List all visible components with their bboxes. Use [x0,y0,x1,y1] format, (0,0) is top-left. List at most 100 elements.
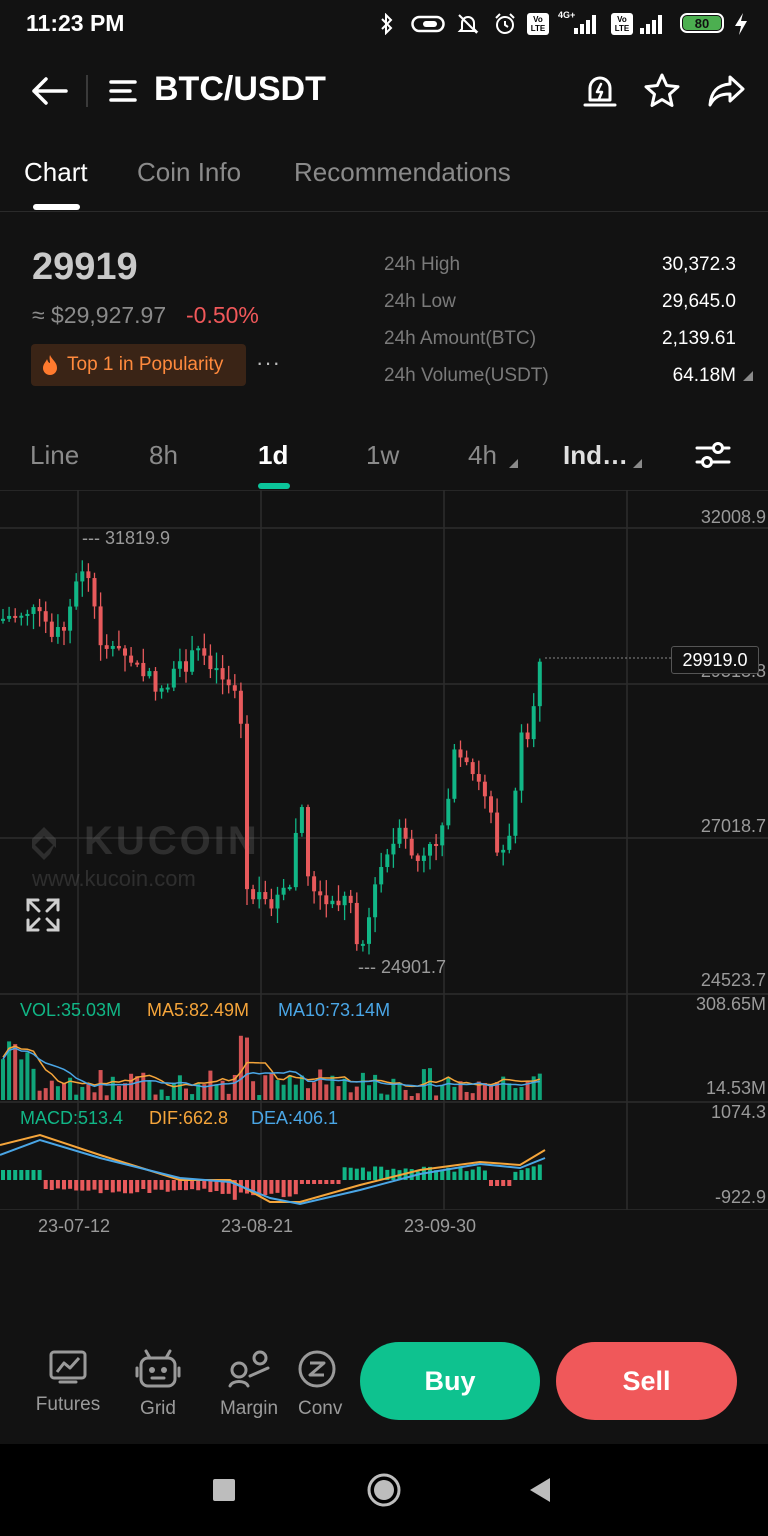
nav-back-icon[interactable] [528,1477,552,1508]
active-period-indicator [258,483,290,489]
period-1w[interactable]: 1w [366,440,399,471]
sell-button[interactable]: Sell [556,1342,737,1420]
status-time: 11:23 PM [26,10,125,36]
period-4h-dropdown-icon [508,456,519,474]
macd-bar [147,1180,152,1193]
stat-label-low: 24h Low [384,291,456,312]
convert-button[interactable]: Conv [296,1348,346,1420]
macd-bar [324,1180,329,1184]
futures-button[interactable]: Futures [32,1348,104,1416]
volume-bar [415,1093,420,1100]
period-8h[interactable]: 8h [149,440,178,471]
volume-bar [293,1084,298,1100]
macd-bar [470,1169,475,1180]
candle-body [458,749,463,758]
period-1d[interactable]: 1d [258,440,288,471]
last-price: 29919 [32,246,138,288]
tab-chart[interactable]: Chart [24,157,88,188]
macd-bar [68,1180,73,1189]
stat-value-low: 29,645.0 [662,291,736,312]
volume-bar [464,1091,469,1100]
nav-recents-icon[interactable] [213,1479,235,1501]
favorite-button[interactable] [643,72,681,110]
y-axis-label-3: 27018.7 [700,816,766,836]
candle-body [348,895,353,903]
fullscreen-button[interactable] [26,898,60,932]
usd-price: ≈ $29,927.97 [32,302,167,328]
share-icon [708,75,745,107]
tab-coin-info[interactable]: Coin Info [137,157,241,188]
macd-bar [153,1180,158,1190]
grid-bot-icon [135,1349,181,1388]
candle-body [55,627,60,637]
menu-icon [109,80,137,102]
macd-bar [92,1180,97,1190]
candle-body [147,671,152,677]
volume-bar [245,1037,249,1100]
battery-level: 80 [683,16,721,31]
macd-bar [116,1180,121,1192]
margin-label: Margin [219,1398,279,1419]
margin-button[interactable]: Margin [213,1348,285,1420]
macd-bar [312,1180,317,1184]
volume-toggle-icon[interactable] [742,369,754,387]
volume-bar [269,1072,274,1100]
macd-bar [37,1170,42,1180]
volume-bar [299,1075,304,1100]
pair-title[interactable]: BTC/USDT [154,70,326,109]
candle-body [464,757,469,763]
vibrate-icon [410,12,446,36]
grid-button[interactable]: Grid [122,1348,194,1420]
charging-icon [730,12,752,36]
macd-bar [269,1180,274,1194]
volume-bar [37,1090,42,1100]
candle-body [13,615,18,618]
candle-body [37,607,42,612]
chart-settings-button[interactable] [694,440,732,470]
macd-bar [379,1166,384,1180]
volume-bar [165,1095,170,1100]
candle-body [31,607,36,614]
popularity-badge[interactable]: Top 1 in Popularity [31,344,246,386]
candle-body [531,706,536,740]
volume-bar [287,1075,292,1100]
tab-recommendations[interactable]: Recommendations [294,157,511,188]
y-axis-label-4: 24523.7 [700,970,766,990]
price-alert-button[interactable] [582,72,618,110]
signal-icon: 4G+ [556,10,602,36]
candlestick-chart[interactable]: KUCOIN www.kucoin.com --- 31819.9 --- 24… [0,490,768,1210]
macd-bar [330,1180,335,1184]
more-button[interactable]: ··· [256,350,281,376]
macd-bar [25,1170,30,1180]
macd-bar [275,1180,280,1193]
macd-bar [177,1180,182,1191]
candle-body [153,671,158,692]
macd-bar [62,1180,66,1190]
volume-bar [31,1068,36,1100]
indicators-menu[interactable]: Ind… [563,440,628,471]
volume-bar [62,1082,66,1100]
candle-body [92,578,97,607]
period-4h[interactable]: 4h [468,440,497,471]
candle-body [428,844,432,856]
candle-body [403,827,408,839]
volume-bar [263,1075,268,1100]
nav-home-icon[interactable] [366,1472,402,1513]
candle-body [360,943,365,946]
volume-bar [116,1085,121,1100]
buy-button[interactable]: Buy [360,1342,540,1420]
macd-bar [123,1180,127,1194]
share-button[interactable] [706,72,746,110]
volume-bars [1,1035,542,1100]
volume-bar [251,1081,256,1100]
volume-bar [123,1083,127,1100]
pair-menu-button[interactable] [108,78,138,104]
macd-bar [159,1180,164,1190]
candle-body [421,855,426,861]
period-line[interactable]: Line [30,440,79,471]
back-button[interactable] [30,74,70,108]
volume-bar [318,1069,323,1100]
macd-bar [281,1180,286,1198]
vol-axis-max: 308.65M [695,994,766,1014]
candle-body [232,685,237,691]
